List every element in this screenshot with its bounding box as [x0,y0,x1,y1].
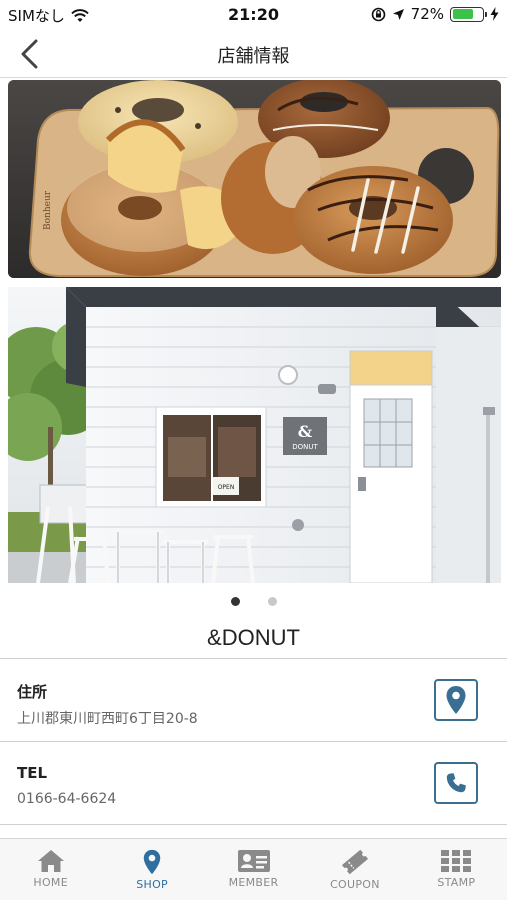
address-value: 上川郡東川町西町6丁目20-8 [17,711,198,727]
charging-bolt-icon [490,7,499,21]
storefront-sign-text: DONUT [292,443,318,451]
map-pin-icon [446,686,466,714]
storefront-illustration: OPEN & DONUT [8,287,501,583]
storefront-sign-symbol: & [298,422,313,441]
tab-home[interactable]: HOME [0,839,101,900]
location-arrow-icon [392,8,404,20]
tab-stamp[interactable]: STAMP [406,839,507,900]
tab-member[interactable]: MEMBER [203,839,304,900]
tel-label: TEL [17,764,48,782]
battery-icon [450,6,487,22]
address-label: 住所 [17,683,48,701]
coupon-ticket-icon [341,849,368,875]
tab-home-label: HOME [33,876,68,889]
battery-percent: 72% [410,5,444,23]
tab-coupon[interactable]: COUPON [304,839,405,900]
tel-row: TEL 0166-64-6624 [0,742,507,824]
page-title: 店舗情報 [217,46,290,67]
tab-member-label: MEMBER [228,876,279,889]
map-button[interactable] [434,679,478,721]
tab-bar: HOME SHOP MEMBER COUPON STAMP [0,838,507,900]
carousel-dot-2[interactable] [267,597,277,606]
tab-stamp-label: STAMP [437,876,476,889]
nav-bar: 店舗情報 [0,30,507,78]
tab-shop-label: SHOP [136,878,168,891]
tab-coupon-label: COUPON [330,878,380,891]
call-button[interactable] [434,762,478,804]
tel-value: 0166-64-6624 [17,791,117,807]
stamp-grid-icon [441,850,472,872]
address-row: 住所 上川郡東川町西町6丁目20-8 [0,659,507,741]
battery-level [452,9,474,19]
phone-icon [446,773,466,793]
status-right: 72% [371,5,499,23]
carousel-dot-1[interactable] [230,597,240,606]
home-icon [37,850,64,872]
window-open-sign-text: OPEN [218,484,235,491]
tab-shop[interactable]: SHOP [101,839,202,900]
donuts-illustration: Bonheur [8,80,501,278]
member-card-icon [237,850,270,872]
status-bar: SIMなし 21:20 72% [0,0,507,30]
svg-text:Bonheur: Bonheur [43,190,53,230]
shop-name: &DONUT [207,625,300,650]
carousel-dots [0,597,507,606]
storefront-photo[interactable]: OPEN & DONUT [8,287,501,583]
divider [0,824,507,825]
rotation-lock-icon [371,7,385,21]
map-pin-icon [143,849,161,875]
donuts-photo[interactable]: Bonheur [8,80,501,278]
